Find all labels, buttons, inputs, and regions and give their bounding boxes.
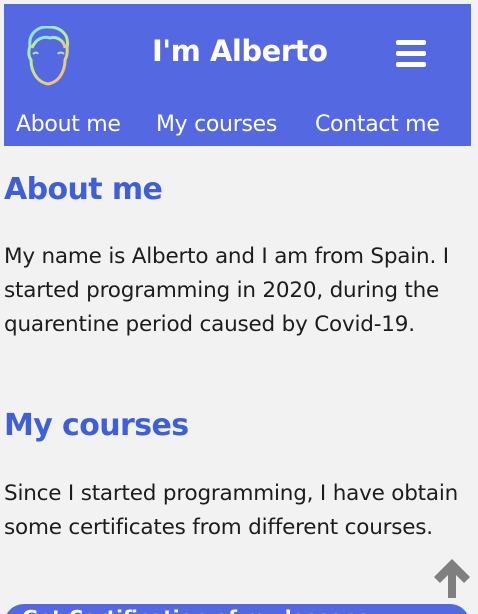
menu-bar: [396, 51, 426, 56]
menu-bar: [396, 40, 426, 45]
about-heading: About me: [4, 172, 163, 207]
site-title: I'm Alberto: [152, 34, 328, 68]
nav-link-contact[interactable]: Contact me: [315, 112, 440, 137]
arrow-up-icon[interactable]: [430, 556, 474, 600]
courses-heading: My courses: [4, 408, 189, 443]
site-header: I'm Alberto About me My courses Contact …: [4, 4, 471, 146]
main-nav: About me My courses Contact me: [4, 112, 471, 146]
menu-bar: [396, 62, 426, 67]
face-outline-icon[interactable]: [24, 26, 72, 90]
courses-text: Since I started programming, I have obta…: [4, 481, 459, 540]
page: I'm Alberto About me My courses Contact …: [0, 0, 478, 614]
nav-link-courses[interactable]: My courses: [156, 112, 277, 137]
nav-link-about[interactable]: About me: [16, 112, 121, 137]
certification-button[interactable]: Get Certification of my lessons: [4, 604, 470, 614]
hamburger-menu-icon[interactable]: [396, 38, 428, 68]
about-text: My name is Alberto and I am from Spain. …: [4, 244, 449, 337]
